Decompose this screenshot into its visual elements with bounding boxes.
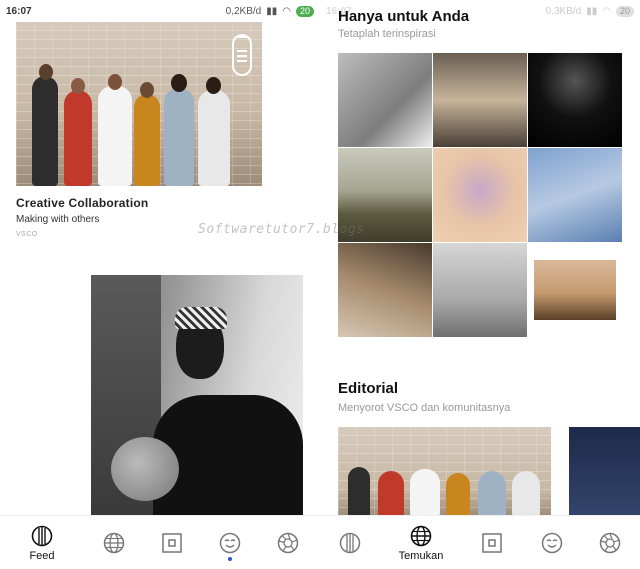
card-subtitle: Making with others <box>16 214 100 225</box>
grid-photo-9[interactable] <box>534 260 616 320</box>
card-credit[interactable]: VSCO <box>16 231 38 238</box>
network-speed: 0,2KB/d <box>225 5 262 17</box>
tab-studio[interactable] <box>150 516 194 569</box>
portrait-photo[interactable] <box>91 275 303 515</box>
globe-icon <box>410 525 432 546</box>
network-speed: 0,3KB/d <box>545 5 582 17</box>
tab-profile[interactable] <box>208 516 252 569</box>
battery-indicator: 20 <box>295 5 314 17</box>
tab-store[interactable] <box>266 516 310 569</box>
battery-indicator: 20 <box>615 5 634 17</box>
grid-photo-7[interactable] <box>338 243 432 337</box>
studio-icon <box>482 533 502 553</box>
signal-icon: ▮▮ <box>586 5 598 17</box>
editorial-photo-1[interactable] <box>338 427 551 517</box>
signal-icon: ▮▮ <box>266 5 278 17</box>
tab-discover[interactable] <box>92 516 136 569</box>
wifi-icon: ◠ <box>282 5 291 17</box>
studio-icon <box>162 533 182 553</box>
grid-photo-8[interactable] <box>433 243 527 337</box>
editorial-photo-2[interactable] <box>569 427 640 517</box>
watermark-text: Softwaretutor7.blogs <box>198 222 365 237</box>
tab-feed[interactable]: Feed <box>18 516 66 569</box>
feed-icon <box>31 525 53 546</box>
section-title-editorial: Editorial <box>338 380 399 397</box>
tab-discover-label: Temukan <box>398 549 444 562</box>
wifi-icon: ◠ <box>602 5 611 17</box>
status-time: 16:07 <box>6 5 32 17</box>
face-icon <box>219 532 241 554</box>
tab-profile[interactable] <box>530 516 574 569</box>
tab-store[interactable] <box>588 516 632 569</box>
bottom-nav-left: Feed <box>0 515 320 569</box>
tab-discover[interactable]: Temukan <box>392 516 450 569</box>
collaboration-photo[interactable] <box>16 22 262 186</box>
tab-studio[interactable] <box>470 516 514 569</box>
tab-feed-label: Feed <box>29 549 55 562</box>
grid-photo-6[interactable] <box>528 148 622 242</box>
feed-icon <box>339 532 361 554</box>
status-bar: 16:07 0,2KB/d ▮▮ ◠ 20 <box>0 0 320 22</box>
card-title[interactable]: Creative Collaboration <box>16 196 148 210</box>
section-subtitle-for-you: Tetaplah terinspirasi <box>338 28 436 40</box>
grid-photo-1[interactable] <box>338 53 432 147</box>
collection-icon[interactable] <box>232 34 252 76</box>
grid-photo-5[interactable] <box>433 148 527 242</box>
section-title-for-you: Hanya untuk Anda <box>338 8 470 25</box>
tab-feed[interactable] <box>328 516 372 569</box>
grid-photo-3[interactable] <box>528 53 622 147</box>
notification-dot <box>228 557 232 561</box>
section-subtitle-editorial: Menyorot VSCO dan komunitasnya <box>338 402 511 414</box>
feed-screen: 16:07 0,2KB/d ▮▮ ◠ 20 Creative Collabora… <box>0 0 320 569</box>
aperture-icon <box>277 532 299 554</box>
discover-screen: 16:07 0,3KB/d ▮▮ ◠ 20 Hanya untuk Anda T… <box>320 0 640 569</box>
grid-photo-2[interactable] <box>433 53 527 147</box>
globe-icon <box>103 532 125 554</box>
aperture-icon <box>599 532 621 554</box>
bottom-nav-right: Temukan <box>320 515 640 569</box>
face-icon <box>541 532 563 554</box>
